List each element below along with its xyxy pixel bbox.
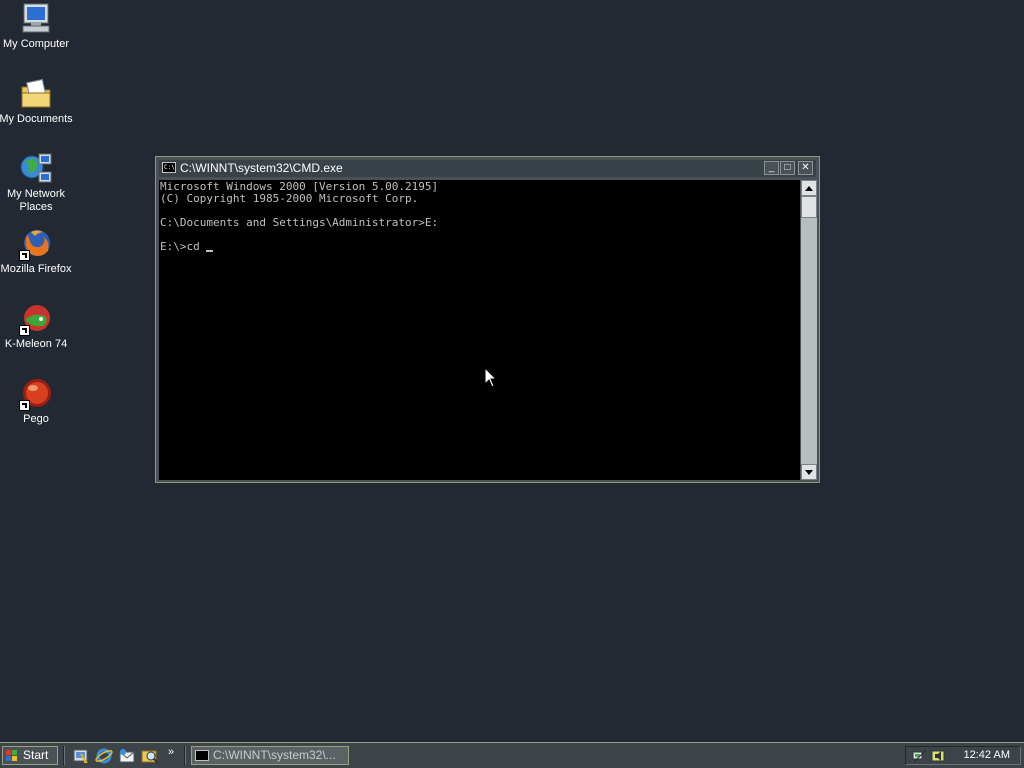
console-prompt-line[interactable]: E:\>cd	[160, 241, 800, 253]
text-cursor	[206, 250, 214, 252]
taskbar: Start » C:\WINNT\system32\... 12:42 AM	[0, 742, 1024, 768]
start-button[interactable]: Start	[2, 746, 58, 765]
desktop-icon-firefox[interactable]: Mozilla Firefox	[0, 227, 74, 276]
scroll-thumb[interactable]	[801, 196, 817, 218]
console-line: C:\Documents and Settings\Administrator>…	[160, 216, 439, 229]
search-explorer-icon[interactable]	[141, 747, 159, 765]
cmd-titlebar[interactable]: C:\ C:\WINNT\system32\CMD.exe _ □ ✕	[159, 160, 816, 177]
pego-icon	[19, 377, 53, 411]
network-places-icon	[19, 152, 53, 186]
shortcut-arrow-icon	[19, 250, 30, 261]
system-tray: 12:42 AM	[905, 746, 1021, 765]
window-title: C:\WINNT\system32\CMD.exe	[180, 161, 343, 175]
scroll-down-button[interactable]	[801, 464, 817, 480]
desktop-icon-label: K-Meleon 74	[4, 338, 68, 350]
cmd-app-icon	[195, 750, 209, 761]
desktop-icon-k-meleon[interactable]: K-Meleon 74	[0, 302, 74, 351]
taskbar-separator	[63, 746, 65, 765]
console-output[interactable]: Microsoft Windows 2000 [Version 5.00.219…	[159, 180, 800, 480]
maximize-button[interactable]: □	[780, 161, 795, 175]
close-button[interactable]: ✕	[798, 161, 813, 175]
desktop-icon-pego[interactable]: Pego	[0, 377, 74, 426]
shortcut-arrow-icon	[19, 325, 30, 336]
firefox-icon	[19, 227, 53, 261]
quick-launch-more-button[interactable]: »	[168, 746, 174, 758]
my-computer-icon	[19, 2, 53, 36]
mouse-pointer-icon	[484, 367, 498, 388]
desktop: My Computer My Documents My Network Plac…	[0, 0, 1024, 742]
my-documents-icon	[19, 77, 53, 111]
maximize-icon: □	[784, 162, 791, 173]
desktop-icon-my-documents[interactable]: My Documents	[0, 77, 74, 126]
arrow-up-icon	[805, 186, 813, 191]
volume-icon[interactable]	[930, 748, 946, 764]
close-icon: ✕	[801, 162, 810, 173]
taskbar-button-label: C:\WINNT\system32\...	[213, 748, 336, 762]
windows-logo-icon	[6, 750, 17, 761]
internet-explorer-icon[interactable]	[95, 747, 113, 765]
desktop-icon-label: Mozilla Firefox	[0, 263, 72, 275]
taskbar-button-cmd[interactable]: C:\WINNT\system32\...	[191, 746, 349, 765]
desktop-icon-my-computer[interactable]: My Computer	[0, 2, 74, 51]
scroll-up-button[interactable]	[801, 180, 817, 196]
console-line: (C) Copyright 1985-2000 Microsoft Corp.	[160, 192, 419, 205]
desktop-icon-label: My Computer	[2, 38, 70, 50]
vertical-scrollbar[interactable]	[801, 180, 817, 480]
network-connection-icon[interactable]	[912, 748, 928, 764]
arrow-down-icon	[805, 470, 813, 475]
desktop-icon-network-places[interactable]: My Network Places	[0, 152, 74, 214]
shortcut-arrow-icon	[19, 400, 30, 411]
k-meleon-icon	[19, 302, 53, 336]
desktop-icon-label: My Documents	[0, 113, 73, 125]
minimize-button[interactable]: _	[764, 161, 779, 175]
desktop-icon-label: Pego	[23, 413, 49, 425]
cmd-app-icon[interactable]: C:\	[162, 162, 176, 173]
clock[interactable]: 12:42 AM	[964, 747, 1010, 764]
cmd-window[interactable]: C:\ C:\WINNT\system32\CMD.exe _ □ ✕ Micr…	[155, 156, 820, 483]
taskbar-separator	[184, 746, 186, 765]
desktop-icon-label: My Network Places	[6, 188, 66, 213]
outlook-express-icon[interactable]	[118, 747, 136, 765]
start-label: Start	[23, 748, 49, 762]
minimize-icon: _	[768, 162, 775, 173]
console-prompt: E:\>cd	[160, 240, 207, 253]
show-desktop-icon[interactable]	[72, 747, 90, 765]
